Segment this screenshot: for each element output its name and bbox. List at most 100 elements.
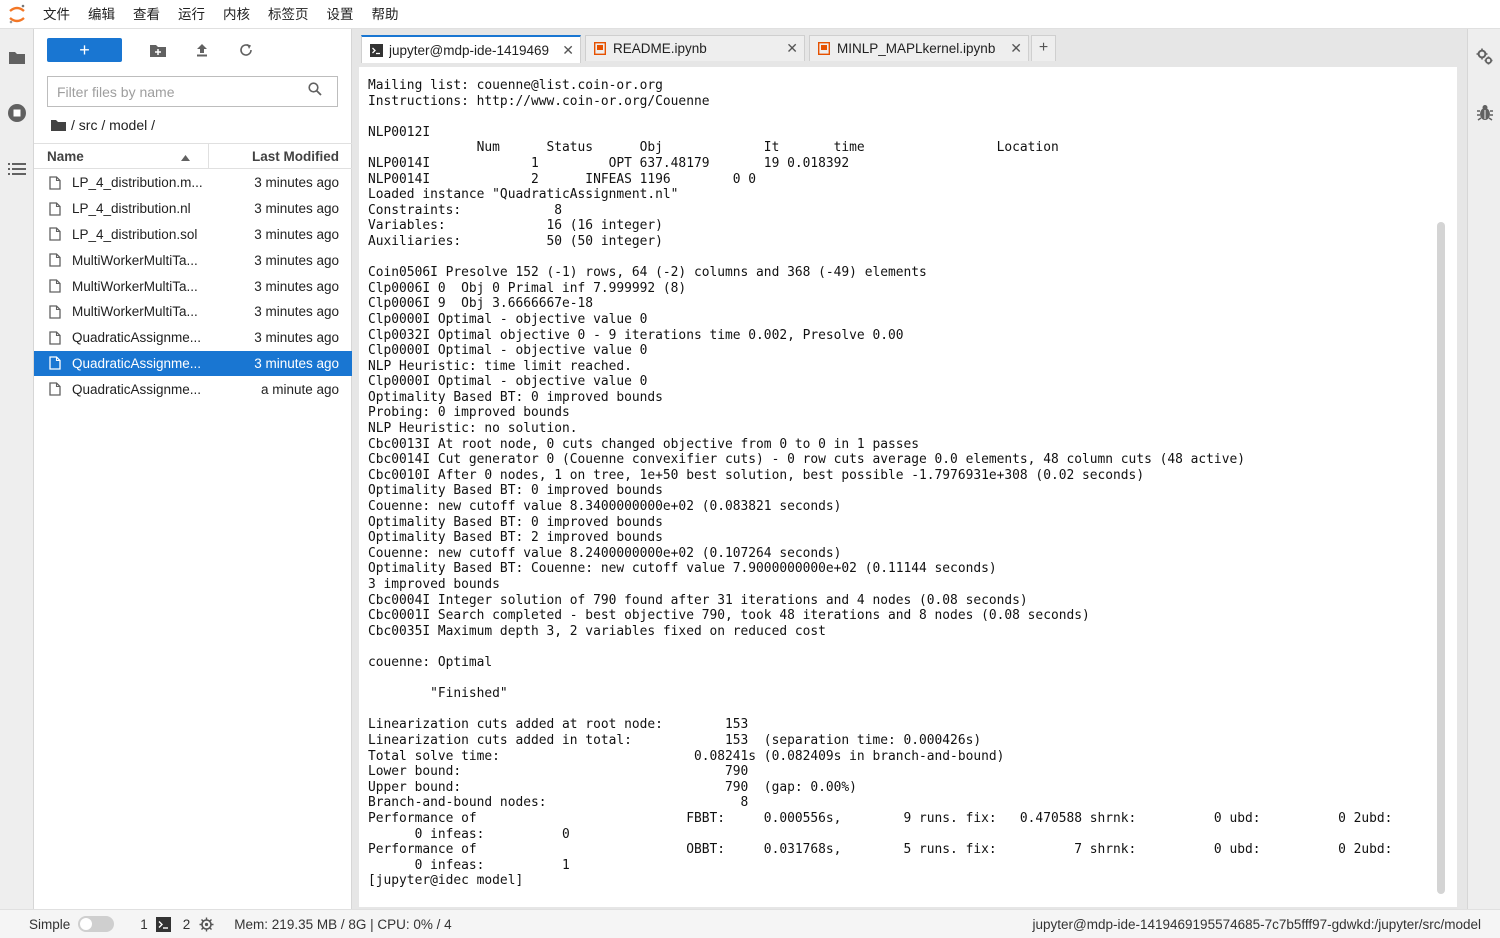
menu-settings[interactable]: 设置 [318,0,363,29]
terminal-line: NLP0014I 2 INFEAS 1196 0 0 [368,171,757,187]
property-inspector-icon[interactable] [1468,29,1500,85]
search-icon [308,82,322,101]
breadcrumb: / src / model / [51,115,155,135]
file-name: QuadraticAssignme... [72,330,202,346]
last-modified-label: Last Modified [252,148,339,164]
file-row[interactable]: LP_4_distribution.nl 3 minutes ago [34,196,352,222]
folder-icon[interactable] [0,29,34,85]
terminal-line: Cbc0004I Integer solution of 790 found a… [368,592,1028,608]
file-row[interactable]: LP_4_distribution.sol 3 minutes ago [34,222,352,248]
menu-run[interactable]: 运行 [169,0,214,29]
terminal-line: NLP0012I [368,124,431,140]
file-icon [49,305,69,319]
file-row[interactable]: MultiWorkerMultiTa... 3 minutes ago [34,299,352,325]
close-icon[interactable]: ✕ [1010,40,1022,57]
terminal-line: Performance of FBBT: 0.000556s, 9 runs. … [368,810,1393,826]
terminal-line: Clp0032I Optimal objective 0 - 9 iterati… [368,327,904,343]
file-modified: 3 minutes ago [254,226,339,242]
jupyter-logo-icon [0,0,34,29]
file-modified: 3 minutes ago [254,330,339,346]
terminal-line: Couenne: new cutoff value 8.2400000000e+… [368,545,842,561]
breadcrumb-path[interactable]: / src / model / [71,117,155,133]
memory-cpu-status: Mem: 219.35 MB / 8G | CPU: 0% / 4 [234,916,452,932]
terminal-line: Instructions: http://www.coin-or.org/Cou… [368,93,710,109]
terminal-line: Variables: 16 (16 integer) [368,218,663,234]
terminal-line: Cbc0013I At root node, 0 cuts changed ob… [368,436,920,452]
last-modified-column-header[interactable]: Last Modified [209,144,352,168]
terminal-line: Lower bound: 790 [368,764,749,780]
file-row[interactable]: LP_4_distribution.m... 3 minutes ago [34,170,352,196]
menu-edit[interactable]: 编辑 [79,0,124,29]
name-column-label: Name [47,148,84,164]
terminal-line: Clp0006I 9 Obj 3.6666667e-18 [368,296,594,312]
name-column-header[interactable]: Name [34,144,209,168]
terminal-output: Mailing list: couenne@list.coin-or.org In… [368,78,1392,889]
terminal-count[interactable]: 1 [140,917,148,932]
new-launcher-button[interactable]: + [47,38,122,62]
file-browser-panel: + / src / model / Name [34,29,352,909]
file-row[interactable]: MultiWorkerMultiTa... 3 minutes ago [34,247,352,273]
terminal-scrollbar[interactable] [1437,222,1445,894]
debugger-icon[interactable] [1468,85,1500,141]
menu-file[interactable]: 文件 [34,0,79,29]
tab-readme[interactable]: README.ipynb ✕ [585,35,805,61]
file-list: LP_4_distribution.m... 3 minutes ago LP_4_… [34,170,352,402]
add-tab-button[interactable]: + [1031,35,1056,61]
terminal-line: Cbc0035I Maximum depth 3, 2 variables fi… [368,623,826,639]
file-list-header: Name Last Modified [34,143,352,169]
terminal-panel[interactable]: Mailing list: couenne@list.coin-or.org In… [359,67,1457,907]
menu-tabs[interactable]: 标签页 [259,0,318,29]
file-row[interactable]: QuadraticAssignme... a minute ago [34,376,352,402]
file-row[interactable]: QuadraticAssignme... 3 minutes ago [34,350,352,377]
terminal-line: Probing: 0 improved bounds [368,405,570,421]
menu-help[interactable]: 帮助 [363,0,408,29]
running-stop-icon[interactable] [0,85,34,141]
terminal-line: 0 infeas: 1 [368,857,570,873]
simple-mode-toggle[interactable] [78,916,115,932]
file-modified: 3 minutes ago [254,304,339,320]
file-icon [49,331,69,345]
notebook-icon [593,42,607,56]
tab-readme-label: README.ipynb [613,41,707,56]
file-name: QuadraticAssignme... [72,355,202,371]
file-row[interactable]: QuadraticAssignme... 3 minutes ago [34,325,352,351]
refresh-icon[interactable] [224,38,268,62]
terminal-line: Clp0000I Optimal - objective value 0 [368,374,648,390]
folder-home-icon[interactable] [51,119,66,131]
new-folder-icon[interactable] [136,38,180,62]
close-icon[interactable]: ✕ [786,40,798,57]
terminal-line: Linearization cuts added in total: 153 (… [368,732,982,748]
table-of-contents-icon[interactable] [0,141,34,197]
terminal-icon [369,43,383,57]
file-name: LP_4_distribution.nl [72,201,191,217]
terminal-icon [155,916,171,932]
file-name: LP_4_distribution.sol [72,226,198,242]
terminal-line: Clp0000I Optimal - objective value 0 [368,343,648,359]
kernel-count[interactable]: 2 [183,917,191,932]
tab-bar: jupyter@mdp-ide-1419469 ✕ README.ipynb ✕… [352,29,1467,67]
main-area: jupyter@mdp-ide-1419469 ✕ README.ipynb ✕… [352,29,1467,909]
file-icon [49,227,69,242]
menu-kernel[interactable]: 内核 [214,0,259,29]
terminal-line: NLP0014I 1 OPT 637.48179 19 0.018392 [368,155,850,171]
tab-minlp-notebook[interactable]: MINLP_MAPLkernel.ipynb ✕ [809,35,1029,61]
terminal-line: [jupyter@idec model] [368,873,524,889]
filter-files-input[interactable] [48,83,308,100]
file-icon [49,176,69,190]
file-modified: 3 minutes ago [254,252,339,268]
terminal-line: "Finished" [368,686,508,702]
close-icon[interactable]: ✕ [562,42,574,59]
tab-terminal[interactable]: jupyter@mdp-ide-1419469 ✕ [361,35,581,63]
terminal-line: NLP Heuristic: no solution. [368,421,578,437]
upload-icon[interactable] [180,38,224,62]
status-bar: Simple 1 2 Mem: 219.35 MB / 8G | CPU: 0%… [0,909,1500,938]
terminal-line: Optimality Based BT: 2 improved bounds [368,530,663,546]
file-row[interactable]: MultiWorkerMultiTa... 3 minutes ago [34,273,352,299]
terminal-line: Constraints: 8 [368,202,563,218]
right-sidebar [1467,29,1500,909]
simple-mode-label: Simple [29,916,71,932]
menu-view[interactable]: 查看 [124,0,169,29]
